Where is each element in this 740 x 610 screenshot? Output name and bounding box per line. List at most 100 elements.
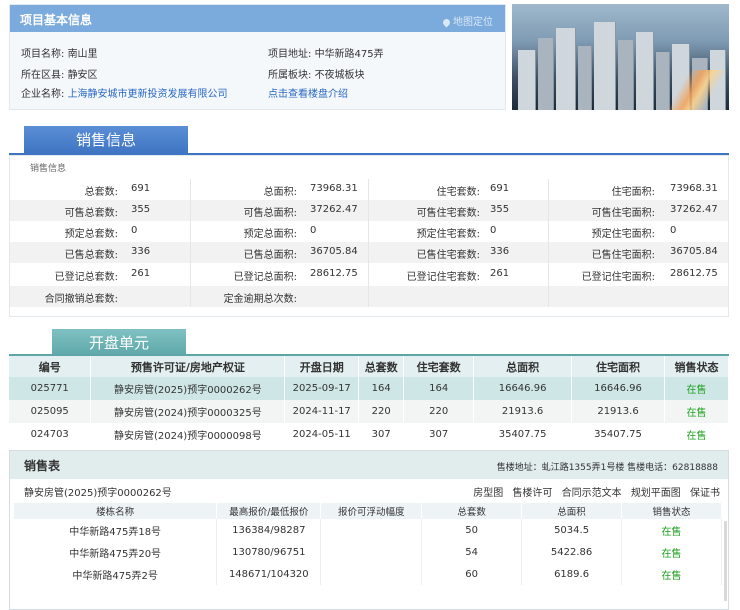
sales-stat-value: 355	[131, 204, 151, 215]
table-row[interactable]: 025771 静安房管(2025)预字0000262号 2025-09-17 1…	[9, 377, 730, 400]
status-badge: 在售	[664, 400, 730, 423]
col-header-price-range: 最高报价/最低报价	[216, 503, 322, 519]
link-contract-template[interactable]: 合同示范文本	[562, 488, 622, 499]
sales-stat-label: 住宅套数:	[436, 187, 480, 198]
col-header-sales-status: 销售状态	[664, 356, 730, 377]
table-row[interactable]: 中华新路475弄20号 130780/96751 54 5422.86 在售	[14, 541, 722, 563]
unit-total-area: 16646.96	[473, 377, 573, 400]
sales-info-row: 已售总套数: 336 已售总面积: 36705.84 已售住宅套数: 336 已售住宅面积:…	[10, 242, 728, 263]
building-name: 中华新路475弄2号	[14, 563, 218, 585]
sales-stat-value: 336	[131, 246, 151, 257]
link-site-plan[interactable]: 规划平面图	[631, 488, 681, 499]
col-header-residential-area: 住宅面积	[571, 356, 665, 377]
sales-stat-label: 已登记总套数:	[54, 272, 118, 283]
table-row[interactable]: 024703 静安房管(2024)预字0000098号 2024-05-11 3…	[9, 423, 730, 446]
sales-stat-label: 合同撤销总套数:	[44, 294, 118, 305]
unit-total-units: 307	[358, 423, 405, 446]
building-units: 50	[421, 519, 523, 541]
unit-residential-units: 164	[403, 377, 475, 400]
project-name-row: 项目名称: 南山里	[21, 45, 98, 60]
col-header-permit: 预售许可证/房地产权证	[90, 356, 286, 377]
address-value: 中华新路475弄	[314, 49, 384, 60]
unit-number: 024703	[9, 423, 92, 446]
link-floor-plan[interactable]: 房型图	[473, 488, 503, 499]
document-links: 房型图 售楼许可 合同示范文本 规划平面图 保证书	[467, 484, 720, 499]
map-location-label: 地图定位	[453, 17, 493, 28]
sales-stat-value: 691	[490, 183, 510, 194]
project-name-label: 项目名称:	[21, 49, 65, 60]
sales-table-scrollbar[interactable]	[724, 521, 727, 601]
unit-residential-area: 21913.6	[571, 400, 665, 423]
building-price-float	[320, 563, 423, 585]
open-units-table: 编号 预售许可证/房地产权证 开盘日期 总套数 住宅套数 总面积 住宅面积 销售…	[9, 356, 730, 446]
sales-stat-value: 36705.84	[310, 246, 358, 257]
grid-divider	[368, 179, 369, 307]
status-badge: 在售	[621, 541, 722, 563]
sales-stat-value: 336	[490, 246, 510, 257]
building-area: 5422.86	[521, 541, 623, 563]
grid-divider	[548, 179, 549, 307]
status-badge: 在售	[664, 423, 730, 446]
sales-stat-label: 预定住宅套数:	[416, 229, 480, 240]
sales-stat-value: 0	[310, 225, 317, 236]
unit-residential-area: 35407.75	[571, 423, 665, 446]
table-row[interactable]: 中华新路475弄2号 148671/104320 60 6189.6 在售	[14, 563, 722, 585]
district-value: 静安区	[67, 70, 98, 81]
map-location-link[interactable]: 地图定位	[441, 13, 493, 28]
col-header-building-name: 楼栋名称	[14, 503, 218, 519]
unit-number: 025771	[9, 377, 92, 400]
sales-stat-value: 73968.31	[670, 183, 718, 194]
tab-open-units[interactable]: 开盘单元	[52, 329, 186, 357]
col-header-price-float: 报价可浮动幅度	[320, 503, 423, 519]
link-sales-license[interactable]: 售楼许可	[512, 488, 552, 499]
sales-stat-value: 0	[490, 225, 497, 236]
block-row: 所属板块: 不夜城板块	[268, 66, 365, 81]
sales-table-panel: 销售表 售楼地址：虬江路1355弄1号楼 售楼电话：62818888 静安房管(…	[9, 450, 729, 610]
unit-residential-units: 307	[403, 423, 475, 446]
unit-permit: 静安房管(2024)预字0000325号	[90, 400, 286, 423]
table-row[interactable]: 中华新路475弄18号 136384/98287 50 5034.5 在售	[14, 519, 722, 541]
building-units: 54	[421, 541, 523, 563]
sales-stat-value: 261	[490, 268, 510, 279]
address-label: 项目地址:	[268, 49, 312, 60]
col-header-building-status: 销售状态	[621, 503, 722, 519]
project-photo	[512, 4, 729, 110]
sales-stat-label: 已登记总面积:	[233, 272, 297, 283]
unit-number: 025095	[9, 400, 92, 423]
building-header-row: 楼栋名称 最高报价/最低报价 报价可浮动幅度 总套数 总面积 销售状态	[14, 503, 722, 519]
intro-row: 点击查看楼盘介绍	[268, 85, 348, 100]
tab-sales-info[interactable]: 销售信息	[24, 126, 188, 154]
table-row[interactable]: 025095 静安房管(2024)预字0000325号 2024-11-17 2…	[9, 400, 730, 423]
district-label: 所在区县:	[21, 70, 65, 81]
company-link[interactable]: 上海静安城市更新投资发展有限公司	[68, 89, 228, 100]
building-name: 中华新路475弄20号	[14, 541, 218, 563]
link-guarantee[interactable]: 保证书	[690, 488, 720, 499]
basic-info-title: 项目基本信息	[20, 13, 93, 27]
sales-stat-label: 已登记住宅面积:	[581, 272, 655, 283]
col-header-building-units: 总套数	[421, 503, 523, 519]
sales-info-row: 可售总套数: 355 可售总面积: 37262.47 可售住宅套数: 355 可售住宅面积:…	[10, 200, 728, 221]
sales-info-row: 合同撤销总套数: 定金逾期总次数:	[10, 286, 728, 307]
unit-total-area: 21913.6	[473, 400, 573, 423]
col-header-building-area: 总面积	[521, 503, 623, 519]
sales-stat-value: 37262.47	[310, 204, 358, 215]
unit-open-date: 2024-05-11	[284, 423, 360, 446]
col-header-total-area: 总面积	[473, 356, 573, 377]
sales-info-subtitle: 销售信息	[30, 164, 67, 174]
sales-stat-label: 已售总套数:	[64, 250, 118, 261]
status-badge: 在售	[621, 563, 722, 585]
sales-stat-label: 可售总面积:	[243, 208, 297, 219]
project-intro-link[interactable]: 点击查看楼盘介绍	[268, 89, 348, 100]
sales-stat-label: 可售总套数:	[64, 208, 118, 219]
col-header-number: 编号	[9, 356, 92, 377]
address-row: 项目地址: 中华新路475弄	[268, 45, 384, 60]
unit-residential-area: 16646.96	[571, 377, 665, 400]
building-table: 楼栋名称 最高报价/最低报价 报价可浮动幅度 总套数 总面积 销售状态 中华新路…	[14, 503, 722, 585]
company-row: 企业名称: 上海静安城市更新投资发展有限公司	[21, 85, 228, 100]
sales-stat-label: 总面积:	[263, 187, 297, 198]
sales-stat-value: 37262.47	[670, 204, 718, 215]
unit-permit: 静安房管(2025)预字0000262号	[90, 377, 286, 400]
unit-total-units: 220	[358, 400, 405, 423]
unit-open-date: 2025-09-17	[284, 377, 360, 400]
status-badge: 在售	[664, 377, 730, 400]
